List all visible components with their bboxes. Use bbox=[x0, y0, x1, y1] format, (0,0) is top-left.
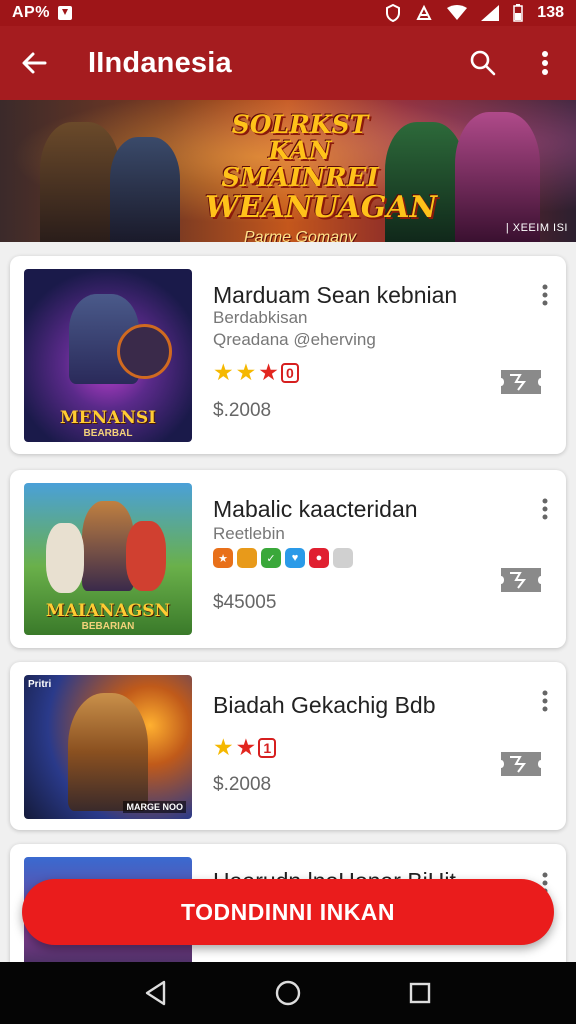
card-subtitle: Berdabkisan bbox=[213, 308, 308, 327]
banner-line-3: WEANUAGAN bbox=[205, 189, 438, 225]
banner-hero-left bbox=[40, 122, 120, 242]
banner-title: SOLRKST KAN SMAINREI WEANUAGAN Parme Gom… bbox=[205, 110, 438, 242]
system-nav-bar bbox=[0, 962, 576, 1024]
chip-icon bbox=[333, 548, 353, 568]
chip-icon bbox=[237, 548, 257, 568]
banner-subtitle: Parme Gomany bbox=[243, 229, 357, 242]
star-icon: ★ bbox=[213, 734, 234, 760]
data-saver-icon bbox=[416, 4, 432, 20]
card-price: $.2008 bbox=[213, 400, 272, 421]
battery-icon bbox=[513, 4, 524, 22]
more-vert-icon bbox=[542, 284, 548, 306]
chip-icon: ★ bbox=[213, 548, 233, 568]
star-icon: ★ bbox=[258, 359, 279, 385]
back-arrow-icon bbox=[22, 52, 47, 74]
ticket-icon[interactable] bbox=[498, 562, 544, 598]
more-vert-icon bbox=[542, 690, 548, 712]
ticket-icon[interactable] bbox=[498, 364, 544, 400]
rating-badge: 1 bbox=[258, 737, 277, 758]
nav-home-icon bbox=[275, 980, 301, 1006]
game-thumbnail: MENANSI BEARBAL bbox=[24, 269, 192, 442]
list-item[interactable]: MENANSI BEARBAL Marduam Sean kebnian Ber… bbox=[10, 256, 566, 454]
thumb-sublabel: MARGE NOO bbox=[123, 801, 186, 813]
nav-back-button[interactable] bbox=[131, 968, 181, 1018]
app-bar: IIndanesia bbox=[0, 26, 576, 100]
more-vert-icon bbox=[542, 498, 548, 520]
feature-chips: ★ ✓ ♥ ● bbox=[213, 548, 353, 568]
ticket-icon[interactable] bbox=[498, 746, 544, 782]
shield-icon bbox=[386, 4, 401, 22]
primary-action-button[interactable]: TODNDINNI INKAN bbox=[22, 879, 554, 945]
thumb-sublabel: BEARBAL bbox=[83, 428, 133, 439]
card-price: $.2008 bbox=[213, 774, 272, 795]
list-item[interactable]: Pritri MARGE NOO Biadah Gekachig Bdb ★ ★… bbox=[10, 662, 566, 830]
status-bar: AP% 138 bbox=[0, 0, 576, 26]
rating: ★ ★ 1 bbox=[213, 734, 277, 760]
card-subtitle-2: Qreadana @eherving bbox=[213, 330, 376, 349]
more-vert-icon bbox=[542, 51, 548, 75]
star-icon: ★ bbox=[235, 359, 257, 385]
banner-hero-left2 bbox=[110, 137, 180, 242]
overflow-menu-button[interactable] bbox=[514, 26, 576, 100]
card-price: $45005 bbox=[213, 592, 277, 613]
thumb-ally bbox=[46, 523, 84, 593]
banner-tag: | XEEIM ISI bbox=[505, 222, 568, 234]
thumb-hero bbox=[68, 693, 148, 811]
card-title: Mabalic kaacteridan bbox=[213, 496, 418, 522]
chip-icon: ● bbox=[309, 548, 329, 568]
nav-recents-icon bbox=[409, 982, 431, 1004]
rating: ★ ★ ★ 0 bbox=[213, 361, 299, 384]
list-item[interactable]: MAIANAGSN BEBARIAN Mabalic kaacteridan R… bbox=[10, 470, 566, 648]
thumb-label: MENANSI bbox=[59, 408, 157, 428]
thumb-corner-label: Pritri bbox=[28, 679, 52, 690]
nav-recents-button[interactable] bbox=[395, 968, 445, 1018]
status-left-text: AP% bbox=[12, 4, 50, 21]
banner-line-1: SOLRKST KAN bbox=[231, 110, 369, 166]
notification-icon bbox=[57, 6, 72, 20]
game-thumbnail: MAIANAGSN BEBARIAN bbox=[24, 483, 192, 635]
promo-banner[interactable]: SOLRKST KAN SMAINREI WEANUAGAN Parme Gom… bbox=[0, 100, 576, 242]
thumb-creature bbox=[117, 324, 172, 379]
game-thumbnail: Pritri MARGE NOO bbox=[24, 675, 192, 819]
card-more-button[interactable] bbox=[534, 494, 556, 524]
star-icon: ★ bbox=[235, 734, 257, 760]
chip-icon: ♥ bbox=[285, 548, 305, 568]
card-title: Marduam Sean kebnian bbox=[213, 282, 458, 308]
search-icon bbox=[470, 50, 496, 76]
wifi-icon bbox=[447, 5, 468, 20]
rating-badge: 0 bbox=[280, 362, 299, 383]
nav-back-icon bbox=[145, 980, 166, 1006]
back-button[interactable] bbox=[4, 26, 64, 100]
thumb-sublabel: BEBARIAN bbox=[81, 621, 135, 632]
thumb-ally-2 bbox=[126, 521, 166, 591]
banner-line-2: SMAINREI bbox=[221, 162, 379, 193]
search-button[interactable] bbox=[452, 26, 514, 100]
thumb-label: MAIANAGSN bbox=[45, 601, 171, 621]
card-subtitle: Reetlebin bbox=[213, 524, 285, 543]
page-title: IIndanesia bbox=[88, 46, 232, 79]
status-time: 138 bbox=[537, 4, 564, 21]
card-more-button[interactable] bbox=[534, 686, 556, 716]
card-title: Biadah Gekachig Bdb bbox=[213, 692, 436, 718]
card-more-button[interactable] bbox=[534, 280, 556, 310]
signal-icon bbox=[481, 5, 500, 21]
star-icon: ★ bbox=[213, 359, 234, 385]
chip-icon: ✓ bbox=[261, 548, 281, 568]
nav-home-button[interactable] bbox=[263, 968, 313, 1018]
